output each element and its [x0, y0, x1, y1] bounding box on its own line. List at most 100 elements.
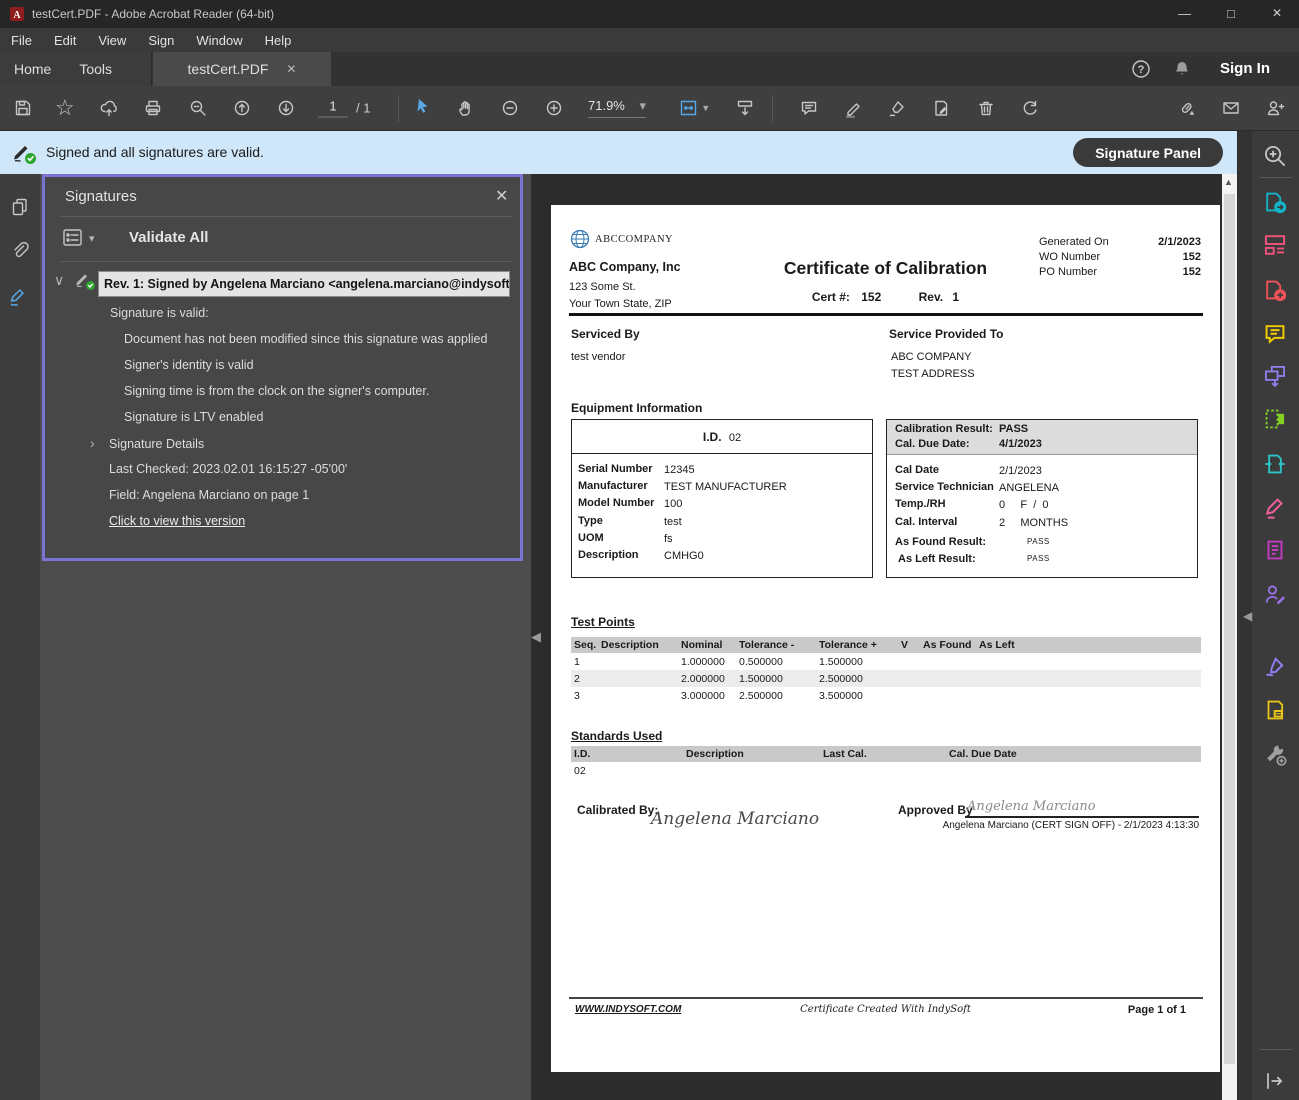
signature-details-expand-icon[interactable]: ›: [90, 435, 95, 451]
fill-and-sign-tool-icon[interactable]: [1262, 494, 1288, 525]
next-page-icon[interactable]: [276, 98, 296, 118]
comment-tool-icon[interactable]: [1262, 321, 1288, 352]
measure-tool-icon[interactable]: [735, 98, 755, 118]
validate-all-button[interactable]: Validate All: [129, 229, 208, 246]
cell: 2.500000: [739, 690, 783, 702]
help-icon[interactable]: ?: [1131, 59, 1151, 82]
zoom-level-select[interactable]: 71.9% ▾: [588, 98, 646, 118]
combine-files-icon[interactable]: [1262, 363, 1288, 394]
equipment-section-title: Equipment Information: [571, 401, 702, 415]
rotate-icon[interactable]: [1020, 98, 1040, 118]
previous-page-icon[interactable]: [232, 98, 252, 118]
create-pdf-icon[interactable]: [1262, 277, 1288, 308]
zoom-in-icon[interactable]: [544, 98, 564, 118]
comment-icon[interactable]: [799, 98, 819, 118]
signatures-panel-title: Signatures: [65, 188, 137, 205]
delete-pages-icon[interactable]: [976, 98, 996, 118]
menu-view[interactable]: View: [87, 33, 137, 48]
zoom-out-icon[interactable]: [500, 98, 520, 118]
fit-dropdown-icon[interactable]: ▾: [703, 102, 709, 115]
cloud-upload-icon[interactable]: [99, 98, 119, 118]
menu-edit[interactable]: Edit: [43, 33, 87, 48]
export-pdf-icon[interactable]: [1262, 189, 1288, 220]
signatures-panel-close-icon[interactable]: ✕: [495, 186, 508, 206]
star-favorites-icon[interactable]: ☆: [55, 98, 75, 118]
view-version-link[interactable]: Click to view this version: [109, 514, 245, 528]
prepare-form-icon[interactable]: [1262, 537, 1288, 568]
cal-label: Cal Date: [895, 464, 939, 476]
meta-label: Generated On: [1039, 236, 1109, 248]
tab-document[interactable]: testCert.PDF ✕: [153, 52, 331, 86]
share-link-icon[interactable]: [1177, 98, 1197, 118]
options-dropdown-icon[interactable]: ▾: [89, 232, 95, 245]
notifications-bell-icon[interactable]: [1172, 59, 1192, 82]
expand-tools-pane-icon[interactable]: [1262, 1069, 1286, 1093]
edit-pdf-icon[interactable]: [1262, 231, 1288, 262]
test-points-header: Seq. Description Nominal Tolerance - Tol…: [571, 637, 1201, 653]
cell: 0.500000: [739, 656, 783, 668]
signature-rev-item[interactable]: Rev. 1: Signed by Angelena Marciano <ang…: [98, 271, 510, 297]
cal-value: 0 F / 0: [999, 499, 1049, 511]
scrollbar-thumb[interactable]: [1224, 194, 1235, 1064]
tab-home[interactable]: Home: [0, 61, 65, 77]
close-button-icon[interactable]: ✕: [1272, 6, 1282, 20]
certificate-number-line: Cert #: 152 Rev. 1: [551, 290, 1220, 304]
print-icon[interactable]: [143, 98, 163, 118]
request-esignatures-icon[interactable]: [1262, 581, 1288, 612]
field-line: Field: Angelena Marciano on page 1: [109, 488, 309, 502]
collapse-tools-pane-icon[interactable]: ◀: [1243, 609, 1252, 623]
service-provided-to-label: Service Provided To: [889, 327, 1004, 341]
page-number-input[interactable]: 1: [318, 99, 348, 118]
rev-number: 1: [952, 290, 959, 304]
cell: 1.000000: [681, 656, 725, 668]
fit-width-icon[interactable]: [678, 97, 702, 119]
eq-label: Type: [578, 515, 603, 527]
collapse-nav-pane-icon[interactable]: ◀: [531, 629, 541, 645]
scroll-up-icon[interactable]: ▲: [1224, 177, 1233, 187]
ink-signature-icon[interactable]: [887, 98, 907, 118]
tab-tools[interactable]: Tools: [65, 61, 126, 77]
table-row: 1 1.000000 0.500000 1.500000: [571, 653, 1201, 670]
signatures-panel-icon[interactable]: [8, 286, 32, 315]
signature-detail-line: Document has not been modified since thi…: [124, 332, 487, 346]
toolbar-separator: [772, 95, 773, 122]
eq-value: 12345: [664, 464, 695, 476]
certificates-tool-icon[interactable]: [1262, 653, 1288, 684]
sticky-note-tool-icon[interactable]: [1262, 697, 1288, 728]
result-value: PASS: [999, 423, 1028, 435]
eq-value: test: [664, 516, 682, 528]
menu-help[interactable]: Help: [254, 33, 303, 48]
maximize-button-icon[interactable]: □: [1227, 6, 1235, 21]
highlight-icon[interactable]: [843, 98, 863, 118]
page-thumbnails-icon[interactable]: [9, 196, 31, 220]
more-tools-icon[interactable]: [1262, 741, 1288, 772]
menu-file[interactable]: File: [0, 33, 43, 48]
sign-in-button[interactable]: Sign In: [1220, 60, 1270, 77]
save-icon[interactable]: [13, 98, 33, 118]
menu-window[interactable]: Window: [185, 33, 253, 48]
signature-panel-button[interactable]: Signature Panel: [1073, 138, 1223, 167]
attachments-icon[interactable]: [9, 240, 31, 264]
signature-options-icon[interactable]: [61, 226, 85, 250]
cell: 2.000000: [681, 673, 725, 685]
share-with-others-icon[interactable]: [1265, 98, 1285, 118]
select-tool-icon[interactable]: [412, 96, 432, 121]
col-header: I.D.: [574, 748, 590, 760]
tab-close-icon[interactable]: ✕: [286, 62, 296, 76]
minimize-button-icon[interactable]: —: [1178, 6, 1191, 21]
organize-pages-icon[interactable]: [1262, 406, 1288, 437]
result-value: 4/1/2023: [999, 438, 1042, 450]
search-icon[interactable]: [188, 98, 208, 118]
compress-pdf-icon[interactable]: [1262, 451, 1288, 482]
signature-tree-collapse-icon[interactable]: ∨: [54, 272, 64, 289]
calibrated-by-label: Calibrated By:: [577, 803, 658, 817]
document-scrollbar[interactable]: ▲: [1222, 174, 1237, 1100]
fill-and-sign-icon[interactable]: [931, 98, 951, 118]
hand-tool-icon[interactable]: [456, 98, 476, 118]
send-email-icon[interactable]: [1221, 98, 1241, 118]
signature-status-message: Signed and all signatures are valid.: [46, 144, 264, 160]
signature-rev-title: Rev. 1: Signed by Angelena Marciano <ang…: [99, 277, 509, 291]
search-tools-icon[interactable]: [1262, 143, 1288, 169]
signature-details-item[interactable]: Signature Details: [109, 437, 204, 451]
menu-sign[interactable]: Sign: [137, 33, 185, 48]
